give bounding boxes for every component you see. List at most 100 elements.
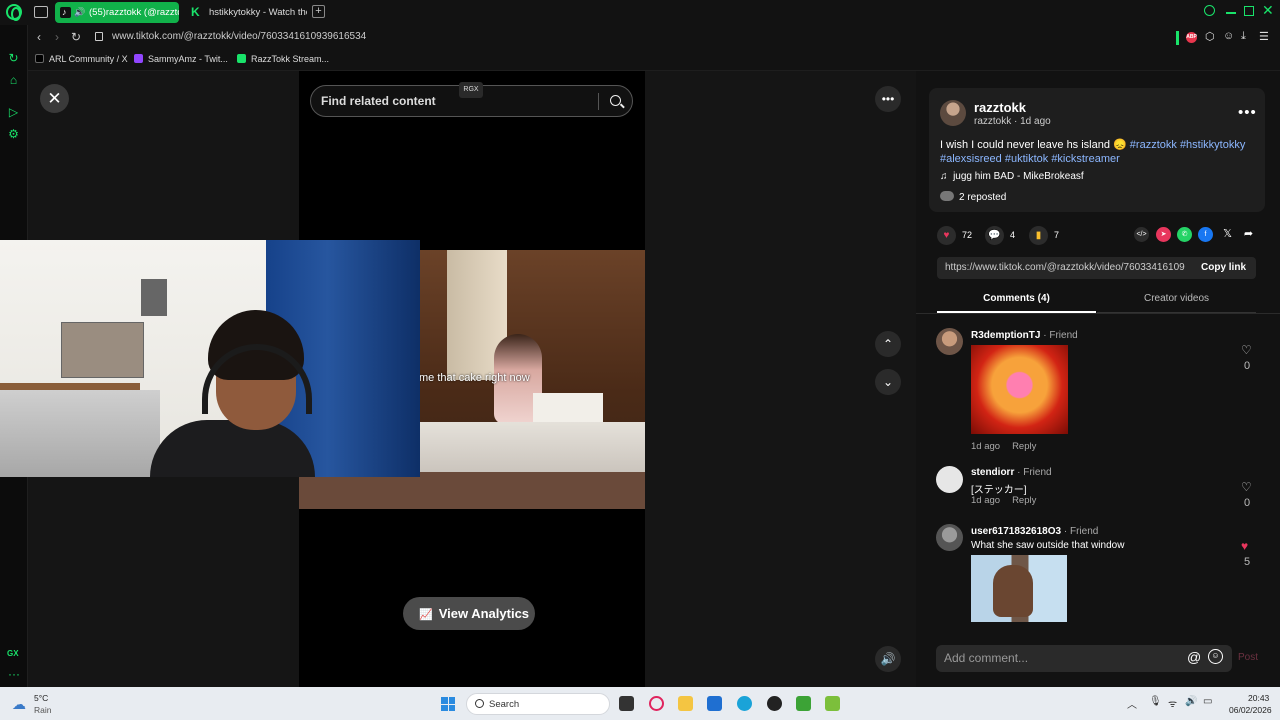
- post-comment-button[interactable]: Post: [1238, 652, 1258, 663]
- speaker-icon[interactable]: 🔊: [74, 2, 85, 23]
- minecraft-icon[interactable]: [796, 696, 811, 711]
- whatsapp-icon[interactable]: ✆: [1177, 227, 1192, 242]
- share-arrow-icon[interactable]: ➦: [1241, 227, 1256, 242]
- comment-username[interactable]: stendiorr · Friend: [971, 467, 1052, 478]
- author-name[interactable]: razztokk: [974, 100, 1026, 115]
- x-share-icon[interactable]: 𝕏: [1220, 227, 1235, 242]
- microphone-icon[interactable]: 🎙: [1149, 696, 1162, 707]
- taskbar-search-label: Search: [489, 699, 520, 710]
- taskbar-search[interactable]: Search: [466, 693, 610, 715]
- volume-button[interactable]: 🔊: [875, 646, 901, 672]
- close-video-button[interactable]: ✕: [40, 84, 69, 113]
- edge-icon[interactable]: [737, 696, 752, 711]
- extensions-icon[interactable]: ⬡: [1205, 30, 1215, 43]
- tab-kick[interactable]: K hstikkytokky - Watch the V: [185, 2, 307, 23]
- hashtag[interactable]: #hstikkytokky: [1180, 139, 1245, 151]
- battery-icon[interactable]: ▭: [1203, 696, 1212, 707]
- comment-heart-icon[interactable]: ♡: [1241, 343, 1252, 357]
- comment-action[interactable]: 💬 4: [985, 226, 1015, 245]
- reload-button[interactable]: ↻: [71, 30, 81, 44]
- view-analytics-button[interactable]: 📈 View Analytics: [403, 597, 535, 630]
- minimize-button[interactable]: [1226, 12, 1236, 14]
- comment-username[interactable]: R3demptionTJ · Friend: [971, 330, 1078, 341]
- comment-input-box[interactable]: Add comment... @ ☺: [936, 645, 1232, 672]
- volume-tray-icon[interactable]: 🔊: [1185, 696, 1197, 707]
- adblock-icon[interactable]: ABP: [1186, 32, 1197, 43]
- search-tabs-icon[interactable]: [1204, 5, 1215, 16]
- clock-time[interactable]: 20:43: [1248, 693, 1269, 703]
- wifi-icon[interactable]: ᯤ: [1168, 696, 1177, 710]
- opera-gx-app-icon[interactable]: [649, 696, 664, 711]
- profile-icon[interactable]: ☺: [1223, 30, 1234, 42]
- weather-description[interactable]: Rain: [34, 705, 51, 715]
- tab-comments[interactable]: Comments (4): [937, 288, 1096, 313]
- video-more-button[interactable]: •••: [875, 86, 901, 112]
- search-icon[interactable]: [610, 95, 621, 106]
- minecraft-block-icon[interactable]: [825, 696, 840, 711]
- copy-link-button[interactable]: Copy link: [1201, 262, 1246, 273]
- send-icon[interactable]: ➤: [1156, 227, 1171, 242]
- clock-date[interactable]: 06/02/2026: [1229, 705, 1272, 715]
- file-explorer-icon[interactable]: [678, 696, 693, 711]
- x-logo-icon: [35, 54, 44, 63]
- previous-video-button[interactable]: ⌃: [875, 331, 901, 357]
- reply-button[interactable]: Reply: [1012, 495, 1036, 506]
- maximize-button[interactable]: [1244, 6, 1254, 16]
- mention-at-icon[interactable]: @: [1187, 649, 1201, 665]
- menu-icon[interactable]: ☰: [1259, 30, 1269, 43]
- obs-icon[interactable]: [767, 696, 782, 711]
- hashtag[interactable]: #uktiktok: [1005, 153, 1048, 165]
- task-view-icon[interactable]: [619, 696, 634, 711]
- bookmark-kick[interactable]: RazzTokk Stream...: [237, 54, 329, 64]
- reposted-row[interactable]: 2 reposted: [940, 191, 1006, 203]
- hashtag[interactable]: #razztokk: [1130, 139, 1177, 151]
- download-icon[interactable]: ⤓: [1241, 30, 1246, 43]
- comment-sticker-image[interactable]: [971, 345, 1068, 434]
- embed-icon[interactable]: </>: [1134, 227, 1149, 242]
- store-icon[interactable]: [707, 696, 722, 711]
- player-icon[interactable]: ▷: [7, 106, 20, 119]
- lock-icon[interactable]: [95, 32, 103, 41]
- next-video-button[interactable]: ⌄: [875, 369, 901, 395]
- back-button[interactable]: ‹: [37, 30, 41, 44]
- opera-gx-logo-icon[interactable]: [6, 4, 22, 21]
- comment-heart-icon[interactable]: ♡: [1241, 480, 1252, 494]
- avatar[interactable]: [936, 524, 963, 551]
- reply-button[interactable]: Reply: [1012, 441, 1036, 452]
- new-tab-button[interactable]: +: [312, 5, 325, 18]
- settings-gear-icon[interactable]: ⚙: [7, 128, 20, 141]
- avatar[interactable]: [936, 466, 963, 493]
- url-field[interactable]: www.tiktok.com/@razztokk/video/760334161…: [112, 31, 366, 42]
- music-row[interactable]: ♫ jugg him BAD - MikeBrokeasf: [940, 171, 1084, 182]
- weather-temperature[interactable]: 5°C: [34, 693, 48, 703]
- kick-favicon-icon: K: [191, 5, 200, 19]
- tab-creator-videos[interactable]: Creator videos: [1097, 288, 1256, 313]
- gx-control-icon[interactable]: ↻: [7, 52, 20, 65]
- gx-corner-icon[interactable]: ⌂: [7, 74, 20, 87]
- gx-label[interactable]: GX: [7, 649, 19, 658]
- hashtag[interactable]: #kickstreamer: [1051, 153, 1119, 165]
- facebook-icon[interactable]: f: [1198, 227, 1213, 242]
- tab-menu-icon[interactable]: [34, 6, 48, 18]
- comment-heart-filled-icon[interactable]: ♥: [1241, 539, 1248, 553]
- author-avatar[interactable]: [940, 100, 966, 126]
- emoji-icon[interactable]: ☺: [1208, 649, 1223, 664]
- more-icon[interactable]: ···: [8, 667, 20, 681]
- like-action[interactable]: ♥ 72: [937, 226, 972, 245]
- close-window-button[interactable]: ✕: [1262, 2, 1274, 19]
- rain-cloud-icon[interactable]: ☁: [12, 696, 26, 713]
- bookmark-twitch[interactable]: SammyAmz - Twit...: [134, 54, 228, 64]
- tray-chevron-icon[interactable]: ︿: [1127, 696, 1137, 711]
- comment-username[interactable]: user6171832618O3 · Friend: [971, 526, 1098, 537]
- avatar[interactable]: [936, 328, 963, 355]
- forward-button[interactable]: ›: [55, 30, 59, 44]
- comment-input[interactable]: Add comment...: [944, 651, 1028, 665]
- search-input[interactable]: Find related content: [321, 94, 436, 108]
- tab-tiktok[interactable]: 🔊 (55)razztokk (@razztokk: [55, 2, 179, 23]
- post-more-icon[interactable]: •••: [1238, 104, 1257, 121]
- bookmark-x[interactable]: ARL Community / X: [35, 54, 128, 64]
- hashtag[interactable]: #alexsisreed: [940, 153, 1002, 165]
- start-button[interactable]: [441, 697, 455, 711]
- share-url-text[interactable]: https://www.tiktok.com/@razztokk/video/7…: [945, 262, 1185, 273]
- save-action[interactable]: ▮ 7: [1029, 226, 1059, 245]
